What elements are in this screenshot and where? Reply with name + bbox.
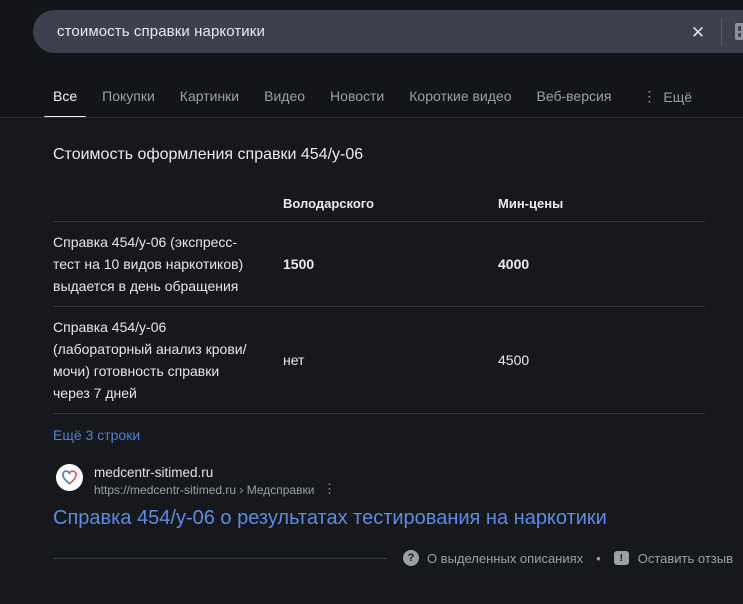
row-value-volodarskogo: 1500 [283,256,315,272]
site-name[interactable]: medcentr-sitimed.ru [94,465,213,480]
tab-all[interactable]: Все [44,88,87,119]
price-table: Володарского Мин-цены Справка 454/у-06 (… [53,178,705,414]
snippet-footer: ? О выделенных описаниях • ! Оставить от… [53,547,733,569]
column-header-min-prices: Мин-цены [498,196,564,211]
close-icon: ✕ [690,22,706,42]
feedback-icon[interactable]: ! [613,551,629,565]
more-dots-icon: ⋮ [642,88,657,104]
result-title-link[interactable]: Справка 454/у-06 о результатах тестирова… [53,507,607,530]
keyboard-icon[interactable] [735,23,743,40]
clear-search-button[interactable]: ✕ [685,19,711,45]
tab-short-videos[interactable]: Короткие видео [409,88,511,117]
row-label: Справка 454/у-06 (лабораторный анализ кр… [53,319,247,401]
tab-news[interactable]: Новости [330,88,384,117]
row-value-min-price: 4000 [498,256,530,272]
about-snippets-link[interactable]: О выделенных описаниях [427,551,583,566]
footer-separator-dot: • [596,550,601,566]
snippet-title: Стоимость оформления справки 454/у-06 [53,146,364,163]
search-input[interactable]: стоимость справки наркотики [57,23,265,40]
tab-shopping[interactable]: Покупки [102,88,155,117]
row-label: Справка 454/у-06 (экспресс-тест на 10 ви… [53,234,244,294]
search-bar-divider [721,18,722,46]
breadcrumb[interactable]: https://medcentr-sitimed.ru › Медсправки [94,483,314,497]
tab-more[interactable]: ⋮ Ещё [642,88,692,118]
table-header-row: Володарского Мин-цены [53,178,705,221]
tab-videos[interactable]: Видео [264,88,305,117]
search-tabs: Все Покупки Картинки Видео Новости Корот… [44,88,743,119]
more-rows-link[interactable]: Ещё 3 строки [53,427,140,443]
heart-logo-icon [62,470,77,485]
column-header-volodarskogo: Володарского [283,196,374,211]
result-menu-icon[interactable]: ⋮ [323,481,336,497]
results-area: Стоимость оформления справки 454/у-06 Во… [0,118,743,604]
row-value-volodarskogo: нет [283,352,305,368]
site-favicon [56,464,83,491]
footer-divider-line [53,557,387,559]
search-bar[interactable]: стоимость справки наркотики ✕ [33,10,743,53]
table-row: Справка 454/у-06 (экспресс-тест на 10 ви… [53,221,705,306]
row-value-min-price: 4500 [498,352,530,368]
tab-images[interactable]: Картинки [180,88,239,117]
help-icon[interactable]: ? [402,550,419,566]
table-row: Справка 454/у-06 (лабораторный анализ кр… [53,306,705,414]
tab-web-version[interactable]: Веб-версия [537,88,612,117]
leave-feedback-link[interactable]: Оставить отзыв [638,551,733,566]
